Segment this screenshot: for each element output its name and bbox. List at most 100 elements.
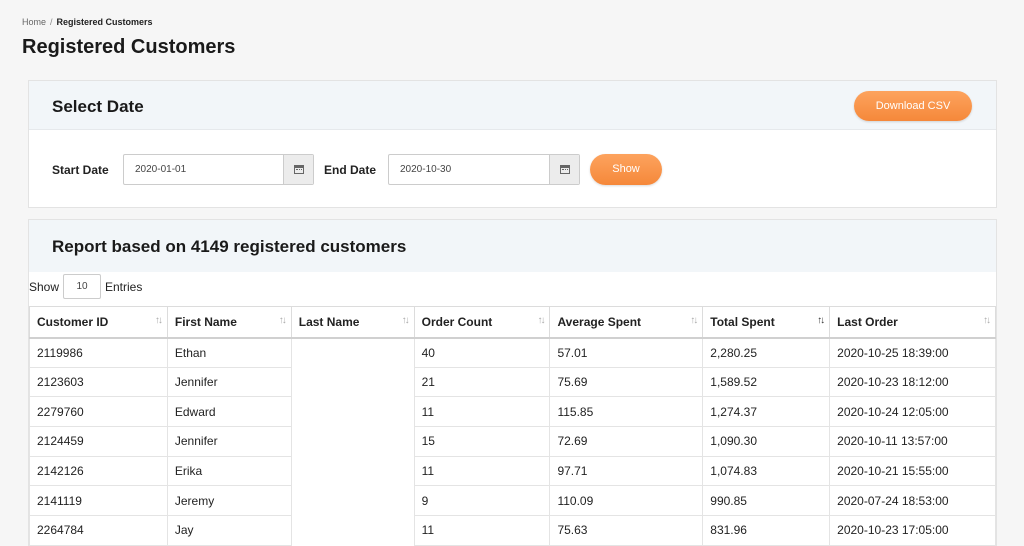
cell-last-name [291,486,414,516]
cell-customer-id: 2142126 [29,455,168,487]
entries-count-input[interactable]: 10 [63,274,101,299]
column-header-total-spent[interactable]: Total Spent ↑↓ [702,306,831,339]
cell-total-spent: 1,090.30 [702,426,831,457]
cell-last-order: 2020-10-24 12:05:00 [829,396,996,428]
cell-average-spent: 72.69 [549,426,704,457]
calendar-icon [560,165,570,174]
cell-customer-id: 2264784 [29,515,168,546]
entries-show-label: Show [29,280,60,294]
cell-last-name [291,338,414,368]
column-header-order-count[interactable]: Order Count ↑↓ [413,306,551,339]
column-header-label: Customer ID [37,314,109,329]
start-date-value: 2020-01-01 [135,164,187,175]
cell-order-count: 40 [413,337,551,368]
cell-last-order: 2020-07-24 18:53:00 [829,485,996,517]
column-header-last-order[interactable]: Last Order ↑↓ [829,306,996,339]
calendar-icon [294,165,304,174]
sort-icon: ↑↓ [401,315,410,326]
end-date-label: End Date [324,163,377,177]
cell-order-count: 15 [413,426,551,457]
cell-average-spent: 115.85 [549,396,704,428]
sort-desc-icon: ↑↓ [817,315,825,326]
cell-last-order: 2020-10-11 13:57:00 [829,426,996,457]
entries-control: Show 10 Entries [29,272,996,304]
start-date-calendar-button[interactable] [283,155,313,184]
entries-label: Entries [105,280,143,294]
cell-last-order: 2020-10-21 15:55:00 [829,455,996,487]
cell-last-order: 2020-10-23 17:05:00 [829,515,996,546]
end-date-value: 2020-10-30 [400,164,452,175]
cell-last-name [291,456,414,486]
column-header-customer-id[interactable]: Customer ID ↑↓ [29,306,168,339]
start-date-label: Start Date [52,163,109,177]
table-row: 2264784 Jay 11 75.63 831.96 2020-10-23 17:05:… [29,515,996,546]
table-row: 2279760 Edward 11 115.85 1,274.37 2020-10-24 … [29,396,996,428]
cell-customer-id: 2123603 [29,366,168,398]
page-title: Registered Customers [22,36,236,58]
breadcrumb-home-link[interactable]: Home [22,17,46,27]
cell-last-name [291,367,414,397]
table-row: 2141119 Jeremy 9 110.09 990.85 2020-07-24 18:… [29,485,996,517]
cell-customer-id: 2279760 [29,396,168,428]
cell-order-count: 11 [413,515,551,546]
report-card: Report based on 4149 registered customer… [28,219,997,546]
column-header-last-name[interactable]: Last Name ↑↓ [290,306,415,339]
table-body: 2119986 Ethan 40 57.01 2,280.25 2020-10-25 18… [29,337,996,546]
cell-first-name: Ethan [166,337,292,368]
cell-average-spent: 57.01 [549,337,704,368]
cell-order-count: 11 [413,455,551,487]
table-row: 2119986 Ethan 40 57.01 2,280.25 2020-10-25 18… [29,337,996,368]
select-date-header: Select Date Download CSV [29,81,996,130]
select-date-title: Select Date [52,97,144,116]
end-date-calendar-button[interactable] [549,155,579,184]
cell-average-spent: 75.69 [549,366,704,398]
report-header: Report based on 4149 registered customer… [29,220,996,272]
end-date-input[interactable]: 2020-10-30 [388,154,580,185]
cell-first-name: Jay [166,515,292,546]
show-button[interactable]: Show [590,154,662,185]
report-title: Report based on 4149 registered customer… [52,237,407,256]
breadcrumb-separator: / [50,17,53,27]
customers-table: Customer ID ↑↓ First Name ↑↓ Last Name ↑↓ O… [29,306,996,546]
select-date-card: Select Date Download CSV Start Date 2020… [28,80,997,208]
table-row: 2124459 Jennifer 15 72.69 1,090.30 2020-10-11… [29,426,996,457]
cell-customer-id: 2141119 [29,485,168,517]
column-header-label: Last Order [837,314,898,329]
cell-first-name: Erika [166,455,292,487]
cell-last-order: 2020-10-23 18:12:00 [829,366,996,398]
cell-last-name [291,397,414,427]
cell-total-spent: 1,589.52 [702,366,831,398]
sort-icon: ↑↓ [278,315,287,326]
cell-customer-id: 2124459 [29,426,168,457]
cell-total-spent: 1,274.37 [702,396,831,428]
cell-last-name [291,516,414,546]
cell-average-spent: 97.71 [549,455,704,487]
table-header-row: Customer ID ↑↓ First Name ↑↓ Last Name ↑↓ O… [29,306,996,339]
table-row: 2142126 Erika 11 97.71 1,074.83 2020-10-21 15… [29,455,996,487]
cell-average-spent: 75.63 [549,515,704,546]
cell-order-count: 21 [413,366,551,398]
cell-total-spent: 2,280.25 [702,337,831,368]
cell-total-spent: 1,074.83 [702,455,831,487]
column-header-label: Total Spent [710,314,775,329]
sort-icon: ↑↓ [537,315,545,326]
column-header-average-spent[interactable]: Average Spent ↑↓ [549,306,704,339]
cell-order-count: 9 [413,485,551,517]
column-header-label: Order Count [421,314,493,329]
cell-total-spent: 831.96 [702,515,831,546]
sort-icon: ↑↓ [154,315,163,326]
download-csv-button[interactable]: Download CSV [854,91,972,121]
cell-last-order: 2020-10-25 18:39:00 [829,337,996,368]
start-date-input[interactable]: 2020-01-01 [123,154,314,185]
breadcrumb: Home / Registered Customers [22,17,153,27]
cell-first-name: Edward [166,396,292,428]
cell-first-name: Jennifer [166,426,292,457]
cell-order-count: 11 [413,396,551,428]
column-header-first-name[interactable]: First Name ↑↓ [166,306,292,339]
cell-customer-id: 2119986 [29,337,168,368]
table-row: 2123603 Jennifer 21 75.69 1,589.52 2020-10-23… [29,366,996,398]
column-header-label: First Name [174,314,237,329]
cell-first-name: Jeremy [166,485,292,517]
cell-average-spent: 110.09 [549,485,704,517]
breadcrumb-current: Registered Customers [56,17,153,27]
